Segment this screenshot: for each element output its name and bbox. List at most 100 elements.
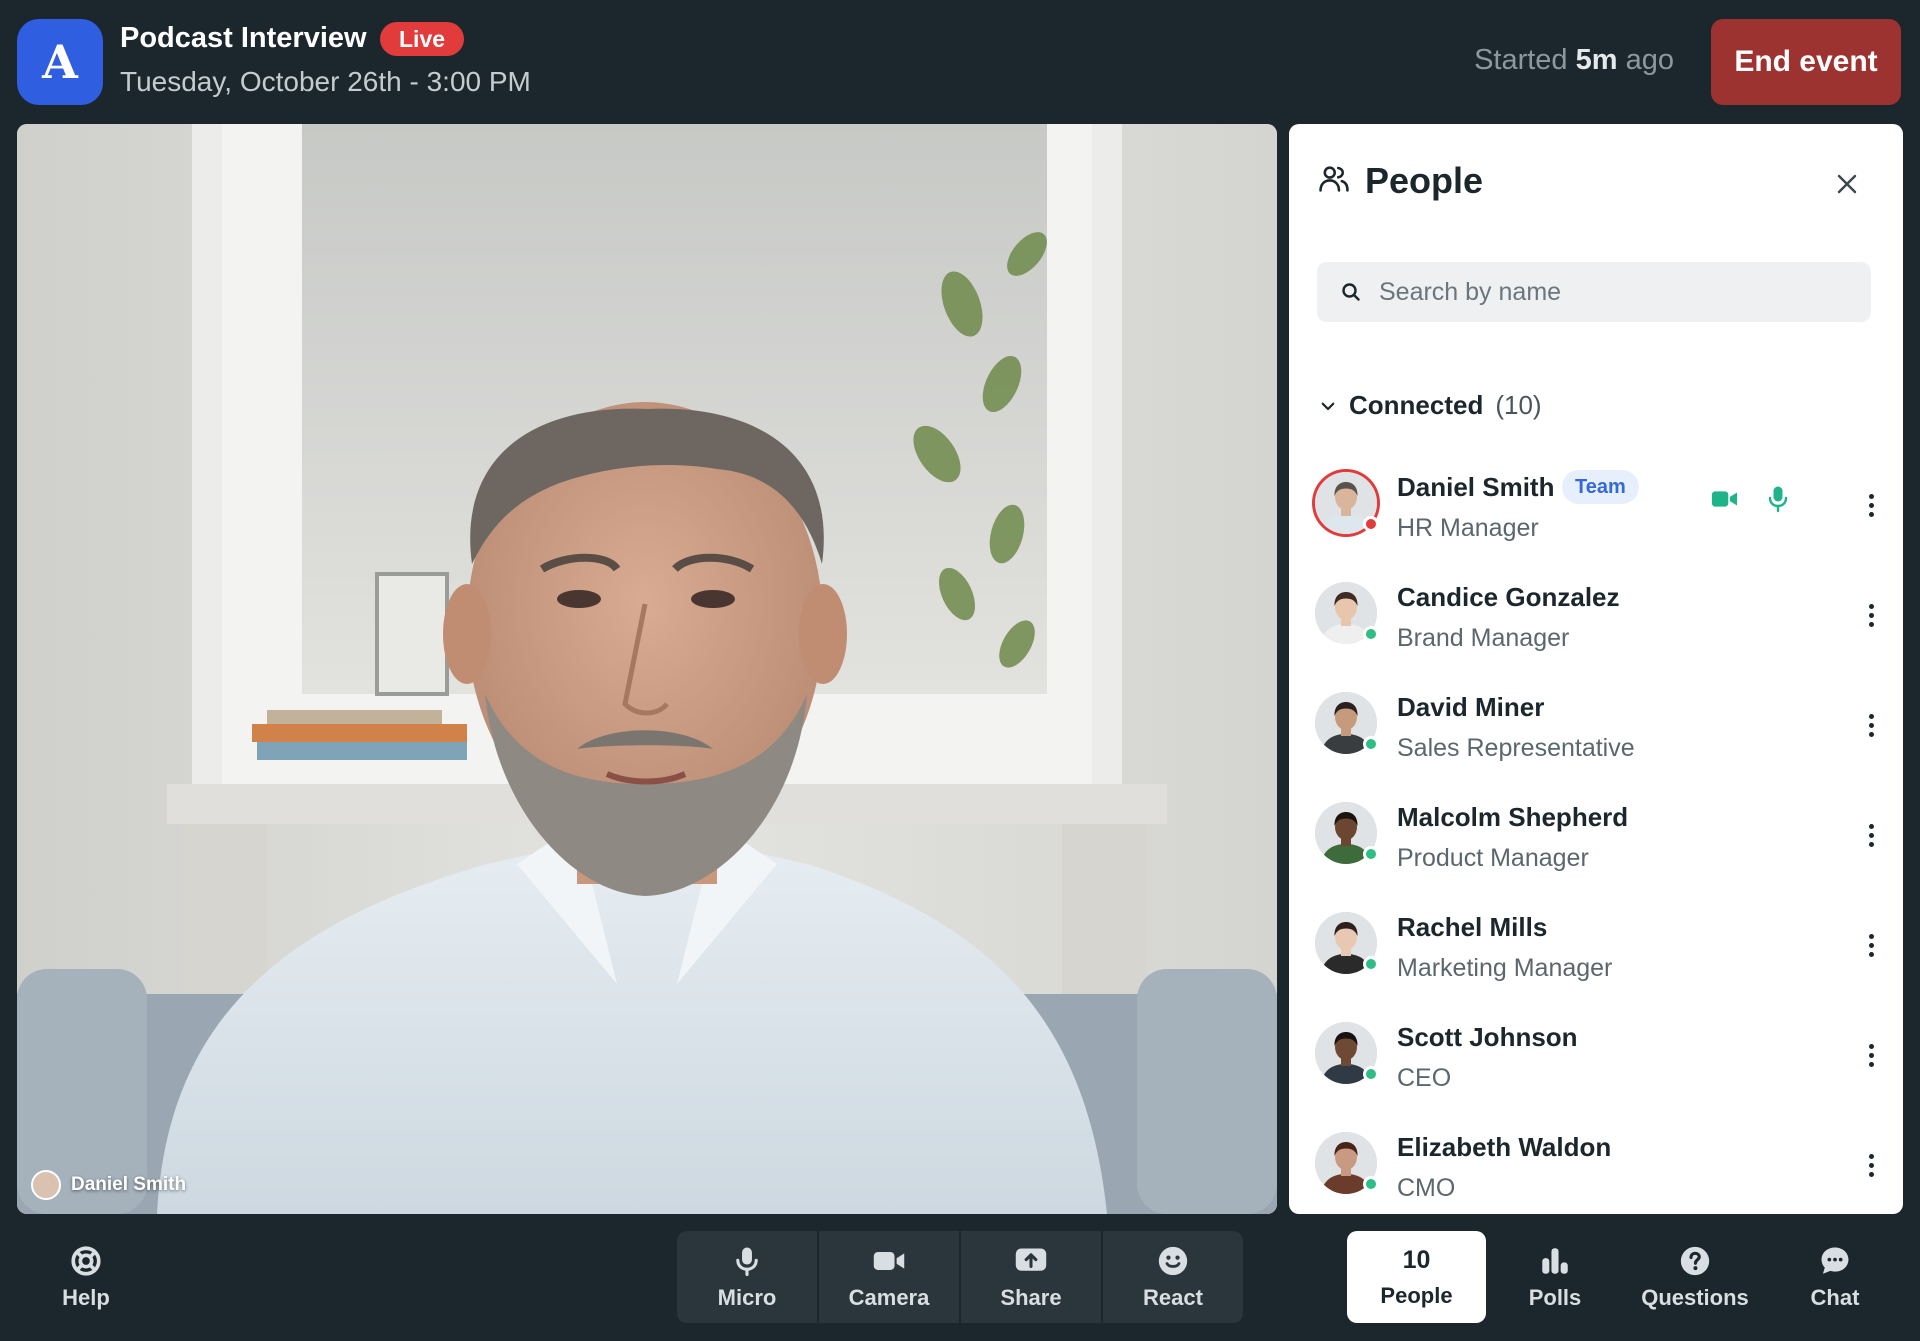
questions-button[interactable]: Questions [1625,1231,1765,1323]
share-button[interactable]: Share [961,1231,1101,1323]
react-button[interactable]: React [1103,1231,1243,1323]
avatar-wrapper [1315,1022,1379,1084]
help-label: Help [62,1285,110,1310]
person-role: Product Manager [1397,844,1589,872]
more-options-button[interactable] [1857,928,1885,962]
kebab-dot [1868,942,1874,948]
more-options-button[interactable] [1857,488,1885,522]
person-row[interactable]: Rachel Mills Marketing Manager [1315,902,1885,986]
group-label: Connected [1349,390,1484,420]
video-frame-illustration [17,124,1277,1214]
person-row[interactable]: Scott Johnson CEO [1315,1012,1885,1096]
presence-dot [1363,1176,1379,1192]
help-button[interactable]: Help [36,1231,136,1323]
video-camera-icon [871,1243,907,1279]
people-tab[interactable]: 10 People [1347,1231,1486,1323]
elapsed-prefix: Started [1474,44,1568,76]
connected-group-toggle[interactable]: Connected (10) [1319,390,1542,421]
avatar-wrapper [1315,1132,1379,1194]
end-event-button[interactable]: End event [1711,19,1901,105]
share-label: Share [1000,1285,1062,1310]
microphone-icon [730,1243,764,1279]
person-row[interactable]: Elizabeth Waldon CMO [1315,1122,1885,1206]
event-date: Tuesday, October 26th - 3:00 PM [120,66,531,97]
kebab-dot [1868,612,1874,618]
group-count: (10) [1495,390,1542,420]
kebab-dot [1868,1162,1874,1168]
person-role: HR Manager [1397,514,1539,542]
avatar-wrapper [1315,472,1379,534]
avatar-wrapper [1315,692,1379,754]
kebab-dot [1868,933,1874,939]
people-tab-label: People [1380,1282,1453,1308]
people-icon [1317,162,1351,201]
person-row[interactable]: Candice Gonzalez Brand Manager [1315,572,1885,656]
media-controls: Micro Camera Share React [677,1231,1243,1323]
event-title: Podcast Interview [120,22,367,54]
polls-label: Polls [1528,1285,1582,1310]
person-role: CMO [1397,1174,1456,1202]
search-input[interactable] [1379,277,1859,307]
share-screen-icon [1013,1243,1049,1279]
kebab-dot [1868,1153,1874,1159]
chat-label: Chat [1810,1285,1860,1310]
questions-label: Questions [1641,1285,1749,1310]
elapsed-value: 5m [1575,44,1618,76]
presence-dot [1363,846,1379,862]
micro-label: Micro [717,1285,777,1310]
lifebuoy-icon [69,1243,103,1279]
more-options-button[interactable] [1857,708,1885,742]
chat-button[interactable]: Chat [1780,1231,1890,1323]
person-row[interactable]: Daniel Smith Team HR Manager [1315,462,1885,546]
avatar-wrapper [1315,582,1379,644]
kebab-dot [1868,502,1874,508]
elapsed-time: Started 5m ago [1474,44,1674,77]
team-badge: Team [1562,470,1639,504]
person-role: CEO [1397,1064,1452,1092]
kebab-dot [1868,1171,1874,1177]
more-options-button[interactable] [1857,598,1885,632]
kebab-dot [1868,823,1874,829]
panel-title: People [1365,160,1484,201]
question-mark-icon [1678,1243,1712,1279]
person-name: Daniel Smith [1397,472,1555,502]
kebab-dot [1868,951,1874,957]
camera-button[interactable]: Camera [819,1231,959,1323]
camera-label: Camera [848,1285,930,1310]
kebab-dot [1868,493,1874,499]
presence-dot [1363,626,1379,642]
presence-dot [1363,736,1379,752]
kebab-dot [1868,621,1874,627]
kebab-dot [1868,832,1874,838]
main-video[interactable]: Daniel Smith [17,124,1277,1214]
person-name: Malcolm Shepherd [1397,802,1629,832]
micro-button[interactable]: Micro [677,1231,817,1323]
kebab-dot [1868,603,1874,609]
camera-on-icon [1710,487,1740,516]
polls-button[interactable]: Polls [1500,1231,1610,1323]
person-role: Brand Manager [1397,624,1570,652]
person-name: Scott Johnson [1397,1022,1578,1052]
microphone-on-icon [1766,484,1790,519]
more-options-button[interactable] [1857,1148,1885,1182]
kebab-dot [1868,713,1874,719]
person-row[interactable]: Malcolm Shepherd Product Manager [1315,792,1885,876]
close-icon [1837,174,1857,194]
kebab-dot [1868,1061,1874,1067]
person-name: David Miner [1397,692,1545,722]
kebab-dot [1868,731,1874,737]
person-name: Rachel Mills [1397,912,1548,942]
person-name: Candice Gonzalez [1397,582,1620,612]
app-logo: A [17,19,103,105]
more-options-button[interactable] [1857,1038,1885,1072]
person-role: Sales Representative [1397,734,1635,762]
person-row[interactable]: David Miner Sales Representative [1315,682,1885,766]
person-role: Marketing Manager [1397,954,1613,982]
smiley-icon [1156,1243,1190,1279]
kebab-dot [1868,841,1874,847]
kebab-dot [1868,722,1874,728]
presence-dot [1363,956,1379,972]
presence-dot [1363,516,1379,532]
close-panel-button[interactable] [1829,166,1865,202]
more-options-button[interactable] [1857,818,1885,852]
